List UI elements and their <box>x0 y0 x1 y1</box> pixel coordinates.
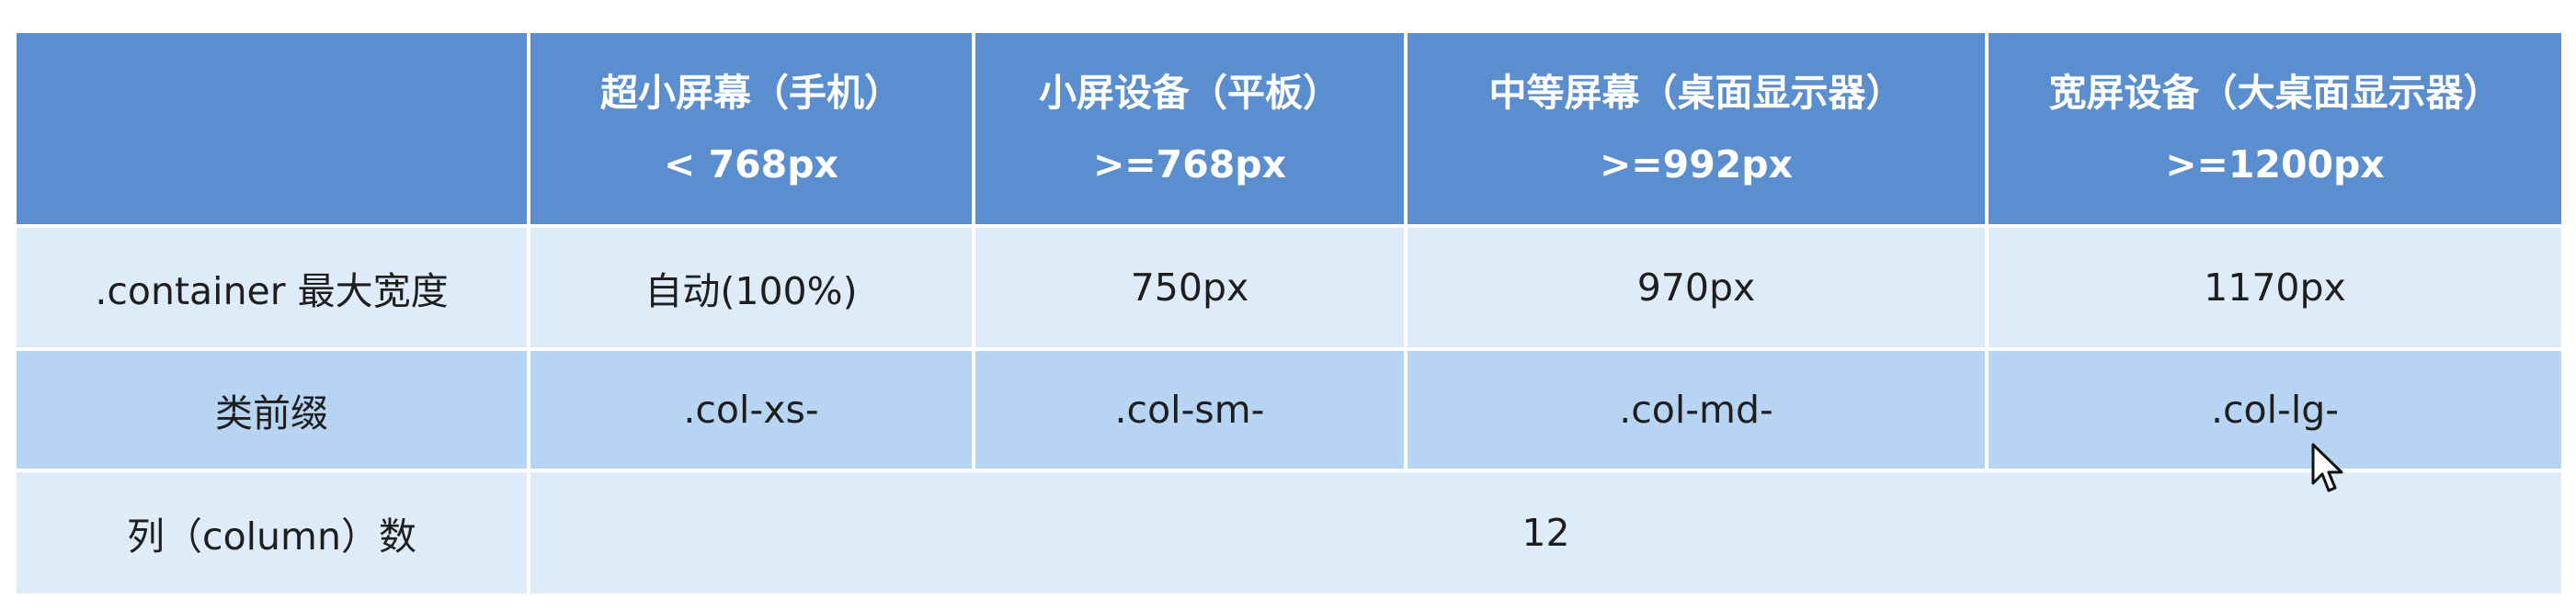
header-xs-title: 超小屏幕（手机） <box>600 71 902 115</box>
table-row-class-prefix: 类前缀 .col-xs- .col-sm- .col-md- .col-lg- <box>13 347 2565 472</box>
row-label-class-prefix: 类前缀 <box>13 347 530 472</box>
header-cell-xs: 超小屏幕（手机） < 768px <box>527 29 975 228</box>
header-cell-lg: 宽屏设备（大桌面显示器） >=1200px <box>1985 29 2565 228</box>
header-corner-cell <box>13 29 530 228</box>
bootstrap-grid-table: 超小屏幕（手机） < 768px 小屏设备（平板） >=768px 中等屏幕（桌… <box>13 29 2565 597</box>
cell-prefix-lg: .col-lg- <box>1985 347 2565 472</box>
header-md-breakpoint: >=992px <box>1599 142 1794 186</box>
header-sm-title: 小屏设备（平板） <box>1039 71 1340 115</box>
cell-container-md: 970px <box>1404 224 1989 351</box>
header-lg-breakpoint: >=1200px <box>2165 142 2385 186</box>
screen: 超小屏幕（手机） < 768px 小屏设备（平板） >=768px 中等屏幕（桌… <box>0 0 2576 610</box>
cell-column-count: 12 <box>527 469 2565 597</box>
table-row-column-count: 列（column）数 12 <box>13 469 2565 597</box>
mouse-pointer-icon <box>2311 443 2343 492</box>
cell-container-lg: 1170px <box>1985 224 2565 351</box>
row-label-container-width: .container 最大宽度 <box>13 224 530 351</box>
header-cell-md: 中等屏幕（桌面显示器） >=992px <box>1404 29 1989 228</box>
row-label-column-count: 列（column）数 <box>13 469 530 597</box>
cell-prefix-xs: .col-xs- <box>527 347 975 472</box>
table-header-row: 超小屏幕（手机） < 768px 小屏设备（平板） >=768px 中等屏幕（桌… <box>13 29 2565 228</box>
header-md-title: 中等屏幕（桌面显示器） <box>1488 71 1904 115</box>
table-row-container-width: .container 最大宽度 自动(100%) 750px 970px 117… <box>13 224 2565 351</box>
header-lg-title: 宽屏设备（大桌面显示器） <box>2048 71 2502 115</box>
header-sm-breakpoint: >=768px <box>1092 142 1287 186</box>
cell-prefix-md: .col-md- <box>1404 347 1989 472</box>
cell-prefix-sm: .col-sm- <box>972 347 1408 472</box>
cell-container-sm: 750px <box>972 224 1408 351</box>
header-xs-breakpoint: < 768px <box>663 142 838 186</box>
header-cell-sm: 小屏设备（平板） >=768px <box>972 29 1408 228</box>
cell-container-xs: 自动(100%) <box>527 224 975 351</box>
